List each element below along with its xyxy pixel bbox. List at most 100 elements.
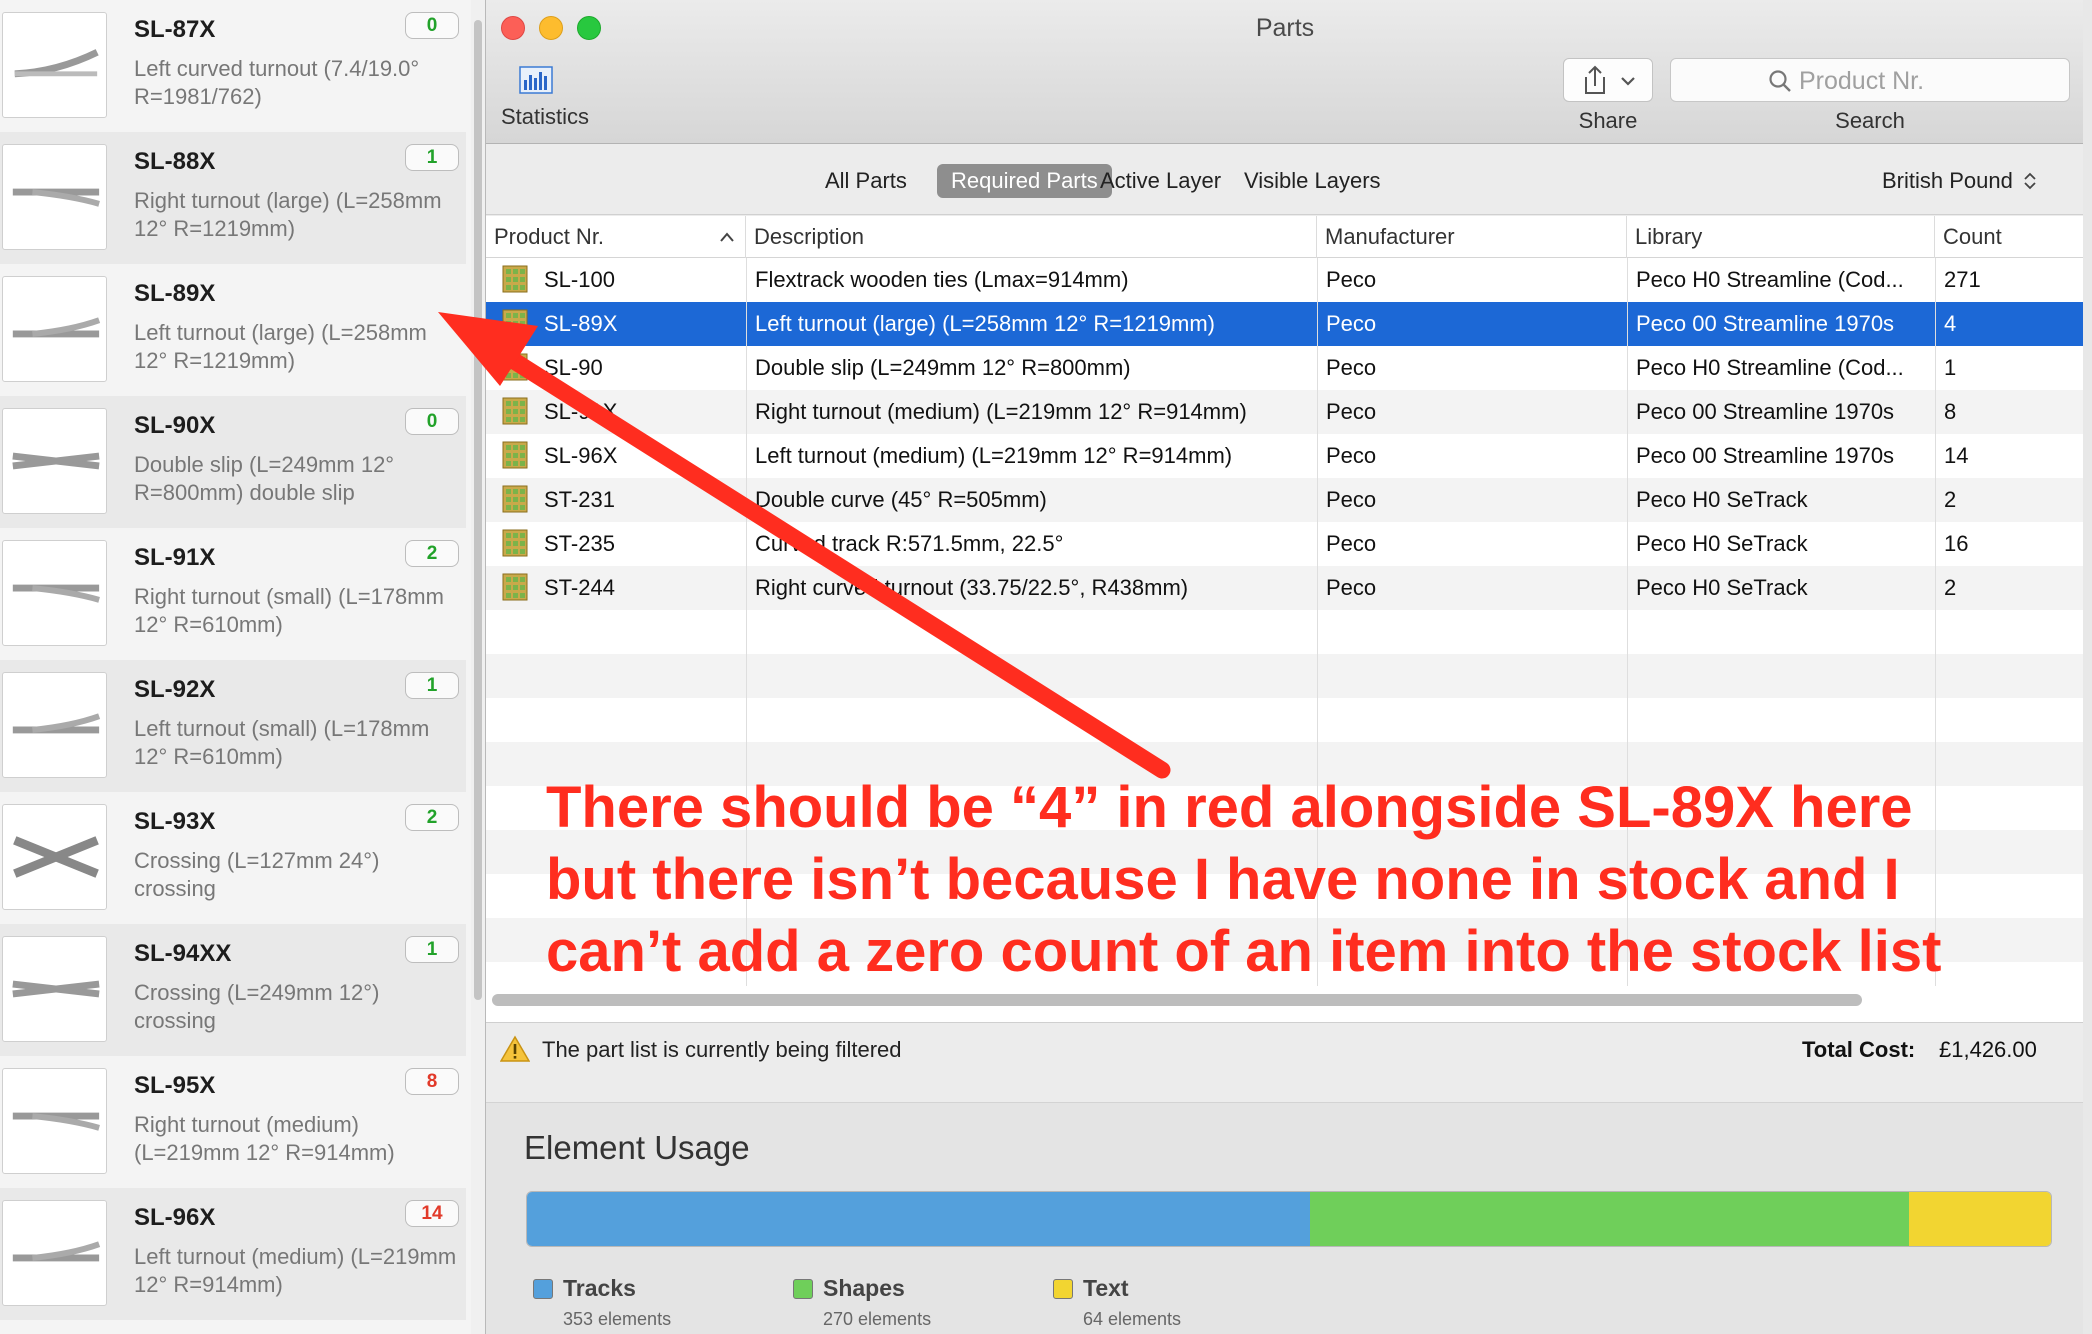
library-scrollbar[interactable] [471,0,485,1334]
track-part-icon [502,309,528,337]
cell-count: 1 [1944,355,1957,380]
cell-product: ST-244 [544,575,615,600]
table-row[interactable]: SL-96X Left turnout (medium) (L=219mm 12°… [486,434,2084,478]
filter-bar: All Parts Required Parts Active Layer Visib… [486,145,2084,215]
share-icon [1585,65,1635,94]
library-item[interactable]: SL-94XX Crossing (L=249mm 12°) crossing 1 [0,924,466,1056]
cell-count: 2 [1944,575,1957,600]
share-label: Share [1578,108,1638,133]
table-horizontal-scrollbar[interactable] [492,992,2070,1006]
cell-manufacturer: Peco [1326,399,1377,424]
filter-tab[interactable]: Visible Layers [1230,164,1395,198]
library-scroll-thumb[interactable] [474,20,482,1000]
library-item[interactable]: SL-91X Right turnout (small) (L=178mm 12°… [0,528,466,660]
table-row[interactable]: SL-89X Left turnout (large) (L=258mm 12° … [486,302,2084,346]
stock-count-badge: 14 [405,1200,459,1227]
parts-window: Parts Statistics Share Product Nr. Searc… [485,0,2084,1334]
stock-count-badge: 0 [405,12,459,39]
table-row[interactable]: SL-90 Double slip (L=249mm 12° R=800mm) Pe… [486,346,2084,390]
cell-count: 16 [1944,531,1969,556]
cell-product: SL-91X [544,399,618,424]
element-usage-panel: Element Usage Tracks 353 elements Shapes 27… [486,1102,2084,1334]
library-item[interactable]: SL-89X Left turnout (large) (L=258mm 12° … [0,264,466,396]
library-item-description: Right turnout (small) (L=178mm 12° R=610… [134,584,444,637]
annotation-text: There should be “4” in red alongside SL-… [546,772,2076,988]
column-header-label: Product Nr. [494,224,605,249]
cell-manufacturer: Peco [1326,355,1377,380]
cell-product: SL-96X [544,443,618,468]
search-icon [1769,70,1791,92]
library-item-description: Double slip (L=249mm 12° R=800mm) double… [134,452,395,505]
library-item[interactable]: SL-90X Double slip (L=249mm 12° R=800mm) … [0,396,466,528]
window-title: Parts [1255,14,1315,42]
turnout-thumbnail-icon [2,1200,107,1306]
search-input[interactable]: Product Nr. [1670,58,2070,102]
table-scroll-thumb[interactable] [492,994,1862,1006]
cell-description: Left turnout (large) (L=258mm 12° R=1219… [755,311,1216,336]
cell-description: Flextrack wooden ties (Lmax=914mm) [755,267,1129,292]
element-usage-title: Element Usage [524,1129,750,1166]
library-item[interactable]: SL-88X Right turnout (large) (L=258mm 12°… [0,132,466,264]
total-cost-label: Total Cost: [1802,1037,1916,1062]
stock-count-badge: 2 [405,540,459,567]
cell-count: 271 [1944,267,1981,292]
library-item-description: Left turnout (large) (L=258mm 12° R=1219… [134,320,427,373]
cell-library: Peco 00 Streamline 1970s [1636,443,1895,468]
library-item[interactable]: SL-95X Right turnout (medium) (L=219mm 12… [0,1056,466,1188]
cell-library: Peco H0 SeTrack [1636,575,1808,600]
library-item-description: Crossing (L=127mm 24°) crossing [134,848,380,901]
table-row[interactable]: SL-100 Flextrack wooden ties (Lmax=914mm)… [486,258,2084,302]
column-header[interactable]: Product Nr. [486,216,746,258]
filter-tab[interactable]: Active Layer [1086,164,1235,198]
column-header-label: Manufacturer [1325,224,1455,249]
library-item-description: Left turnout (medium) (L=219mm 12° R=914… [134,1244,457,1297]
cell-manufacturer: Peco [1326,487,1377,512]
stock-count-badge: 1 [405,672,459,699]
total-cost-value: £1,426.00 [1939,1037,2037,1062]
column-header[interactable]: Library [1627,216,1935,258]
warning-icon [500,1035,530,1062]
share-button[interactable] [1563,58,1653,102]
legend-count: 353 elements [563,1309,672,1329]
usage-segment-tracks [527,1192,1311,1246]
library-item[interactable]: SL-93X Crossing (L=127mm 24°) crossing 2 [0,792,466,924]
stock-count-badge: 1 [405,144,459,171]
stock-count-badge: 1 [405,936,459,963]
table-header: Product Nr. Description Manufacturer Librar… [486,216,2084,258]
status-bar: The part list is currently being filtere… [486,1022,2084,1102]
statistics-button[interactable]: Statistics [501,64,621,134]
element-usage-bar [526,1191,2052,1247]
track-part-icon [502,397,528,425]
library-item[interactable]: SL-96X Left turnout (medium) (L=219mm 12°… [0,1188,466,1320]
statistics-chart-icon [519,66,553,94]
filter-tab[interactable]: All Parts [811,164,921,198]
library-item[interactable]: SL-87X Left curved turnout (7.4/19.0° R=1… [0,0,466,132]
background-window-edge [2083,0,2092,1334]
currency-select[interactable]: British Pound [1882,164,2037,198]
cell-description: Right turnout (medium) (L=219mm 12° R=91… [755,399,1247,424]
cell-library: Peco H0 Streamline (Cod... [1636,355,1904,380]
stock-count-badge: 0 [405,408,459,435]
legend-swatch [793,1279,813,1299]
column-header[interactable]: Description [746,216,1317,258]
cell-product: SL-89X [544,311,618,336]
stock-count-badge: 2 [405,804,459,831]
filter-status-text: The part list is currently being filtere… [542,1037,902,1062]
track-part-icon [502,265,528,293]
cell-library: Peco H0 Streamline (Cod... [1636,267,1904,292]
cell-library: Peco 00 Streamline 1970s [1636,311,1895,336]
table-row[interactable]: ST-244 Right curved turnout (33.75/22.5°,… [486,566,2084,610]
table-row[interactable]: SL-91X Right turnout (medium) (L=219mm 12… [486,390,2084,434]
currency-value: British Pound [1882,168,2013,193]
library-item-name: SL-88X [134,148,216,175]
sort-ascending-icon [720,232,734,242]
column-header[interactable]: Manufacturer [1317,216,1627,258]
annotation-line: but there isn’t because I have none in s… [546,847,1900,912]
library-item[interactable]: SL-92X Left turnout (small) (L=178mm 12° … [0,660,466,792]
cell-product: ST-231 [544,487,615,512]
table-row[interactable]: ST-235 Curved track R:571.5mm, 22.5° Peco P… [486,522,2084,566]
search-label: Search [1835,108,1905,133]
column-header[interactable]: Count [1935,216,2084,258]
turnout-thumbnail-icon [2,12,107,118]
table-row[interactable]: ST-231 Double curve (45° R=505mm) Peco Peco… [486,478,2084,522]
